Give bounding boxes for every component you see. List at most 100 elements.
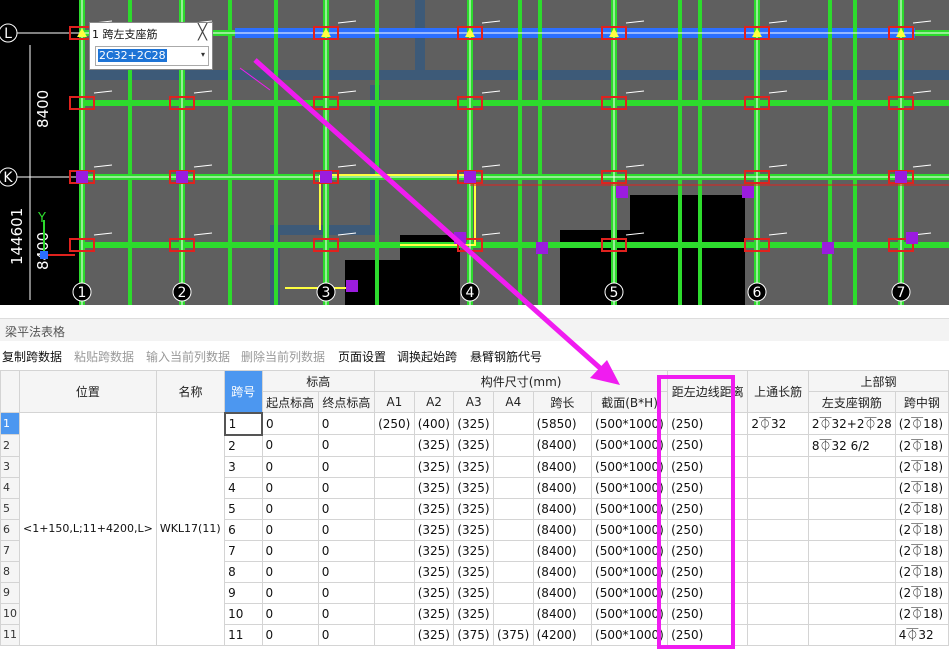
cell-end-elev[interactable]: 0 (317, 602, 376, 625)
cell-span-length[interactable]: (8400) (532, 581, 593, 604)
cell-a2[interactable]: (325) (413, 434, 455, 457)
cell-start-elev[interactable]: 0 (261, 602, 319, 625)
cell-end-elev[interactable]: 0 (317, 560, 376, 583)
cell-mid-span[interactable]: 4⏁32 (894, 623, 949, 646)
cell-a1[interactable] (374, 497, 415, 520)
cell-a2[interactable]: (325) (413, 539, 455, 562)
table-row[interactable]: 1 <1+150,L;11+4200,L> WKL17(11) 1 0 0 (250) (40… (0, 411, 949, 646)
cell-end-elev[interactable]: 0 (317, 455, 376, 478)
cell-start-elev[interactable]: 0 (261, 434, 319, 457)
cell-span-no[interactable]: 7 (224, 539, 263, 562)
cell-mid-span[interactable]: (2⏁18) (894, 497, 949, 520)
cell-a4[interactable] (492, 518, 534, 541)
cell-end-elev[interactable]: 0 (317, 476, 376, 499)
input-column-button[interactable]: 输入当前列数据 (146, 348, 230, 365)
header-span-no[interactable]: 跨号 (224, 370, 263, 413)
cell-a2[interactable]: (325) (413, 476, 455, 499)
row-number[interactable]: 6 (0, 518, 20, 541)
cell-top-through[interactable] (747, 623, 809, 646)
cell-top-through[interactable] (747, 476, 809, 499)
row-number[interactable]: 9 (0, 581, 20, 604)
cell-start-elev[interactable]: 0 (261, 623, 319, 646)
row-number[interactable]: 10 (0, 602, 20, 625)
cell-span-no[interactable]: 9 (224, 581, 263, 604)
cell-a3[interactable]: (325) (453, 434, 494, 457)
cell-a1[interactable] (374, 539, 415, 562)
cell-span-length[interactable]: (8400) (532, 560, 593, 583)
cell-end-elev[interactable]: 0 (317, 539, 376, 562)
cell-start-elev[interactable]: 0 (261, 581, 319, 604)
copy-span-button[interactable]: 复制跨数据 (2, 348, 62, 365)
cell-a3[interactable]: (325) (453, 539, 494, 562)
cell-mid-span[interactable]: (2⏁18) (894, 581, 949, 604)
cell-a3[interactable]: (325) (453, 476, 494, 499)
cell-a1[interactable] (374, 476, 415, 499)
cell-span-length[interactable]: (8400) (532, 455, 593, 478)
page-setup-button[interactable]: 页面设置 (338, 348, 386, 365)
cell-mid-span[interactable]: (2⏁18) (894, 602, 949, 625)
cell-span-no[interactable]: 2 (224, 434, 263, 457)
cell-span-length[interactable]: (8400) (532, 434, 593, 457)
cell-a4[interactable] (492, 434, 534, 457)
rebar-value-combo[interactable]: 2C32+2C28 ▾ (95, 46, 209, 66)
cell-left-support[interactable] (807, 623, 896, 646)
cell-span-no[interactable]: 5 (224, 497, 263, 520)
cell-mid-span[interactable]: (2⏁18) (894, 560, 949, 583)
cell-span-no[interactable]: 6 (224, 518, 263, 541)
cell-a1[interactable] (374, 455, 415, 478)
row-number[interactable]: 4 (0, 476, 20, 499)
row-number[interactable]: 7 (0, 539, 20, 562)
cell-span-no[interactable]: 8 (224, 560, 263, 583)
chevron-down-icon[interactable]: ▾ (201, 50, 205, 59)
row-number[interactable]: 5 (0, 497, 20, 520)
cell-start-elev[interactable]: 0 (261, 455, 319, 478)
cell-start-elev[interactable]: 0 (261, 539, 319, 562)
row-number[interactable]: 2 (0, 434, 20, 457)
cell-start-elev[interactable]: 0 (261, 476, 319, 499)
cell-top-through[interactable] (747, 497, 809, 520)
paste-span-button[interactable]: 粘贴跨数据 (74, 348, 134, 365)
cell-a4[interactable] (492, 581, 534, 604)
cell-mid-span[interactable]: (2⏁18) (894, 539, 949, 562)
cell-left-support[interactable]: 2⏁32+2⏁28 (807, 412, 896, 435)
cell-span-length[interactable]: (4200) (532, 623, 593, 646)
cell-a3[interactable]: (325) (453, 581, 494, 604)
cell-a2[interactable]: (325) (413, 497, 455, 520)
row-number[interactable]: 11 (0, 623, 20, 646)
cell-a1[interactable] (374, 581, 415, 604)
close-icon[interactable]: ╳ (198, 23, 207, 41)
cell-mid-span[interactable]: (2⏁18) (894, 455, 949, 478)
cell-a2[interactable]: (400) (413, 412, 455, 435)
cell-span-length[interactable]: (8400) (532, 518, 593, 541)
cell-a3[interactable]: (325) (453, 518, 494, 541)
cell-mid-span[interactable]: (2⏁18) (894, 518, 949, 541)
cell-span-length[interactable]: (8400) (532, 497, 593, 520)
cell-a3[interactable]: (325) (453, 412, 494, 435)
cell-a1[interactable]: (250) (374, 412, 415, 435)
cell-a2[interactable]: (325) (413, 623, 455, 646)
row-number[interactable]: 8 (0, 560, 20, 583)
cell-left-support[interactable] (807, 518, 896, 541)
cell-a3[interactable]: (325) (453, 560, 494, 583)
cell-end-elev[interactable]: 0 (317, 497, 376, 520)
cell-a2[interactable]: (325) (413, 518, 455, 541)
cell-span-no[interactable]: 1 (223, 411, 264, 436)
cell-start-elev[interactable]: 0 (261, 518, 319, 541)
cell-a3[interactable]: (325) (453, 602, 494, 625)
cell-left-support[interactable] (807, 476, 896, 499)
row-number[interactable]: 3 (0, 455, 20, 478)
cell-a4[interactable] (492, 476, 534, 499)
cell-a4[interactable] (492, 412, 534, 435)
cell-a4[interactable] (492, 539, 534, 562)
cell-span-length[interactable]: (5850) (532, 412, 593, 435)
cell-top-through[interactable] (747, 434, 809, 457)
cell-a4[interactable] (492, 455, 534, 478)
swap-start-span-button[interactable]: 调换起始跨 (397, 348, 457, 365)
cell-a4[interactable]: (375) (492, 623, 534, 646)
cell-left-support[interactable] (807, 602, 896, 625)
cell-mid-span[interactable]: (2⏁18) (894, 476, 949, 499)
cell-span-length[interactable]: (8400) (532, 602, 593, 625)
cell-a3[interactable]: (325) (453, 497, 494, 520)
cell-top-through[interactable] (747, 602, 809, 625)
cell-span-no[interactable]: 10 (224, 602, 263, 625)
